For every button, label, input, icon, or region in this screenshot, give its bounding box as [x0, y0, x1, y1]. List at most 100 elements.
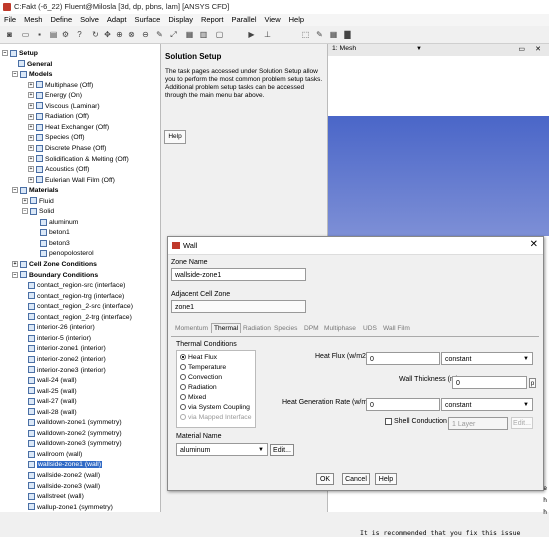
expand-icon[interactable]: +	[28, 155, 34, 162]
tree-boundary-item[interactable]: wallup-zone1 (symmetry)	[28, 503, 113, 512]
tree-boundary-item[interactable]: contact_region_2-src (interface)	[28, 302, 133, 312]
cancel-button[interactable]: Cancel	[342, 473, 370, 485]
tree-boundary-item[interactable]: wallside-zone2 (wall)	[28, 471, 100, 481]
zoom-in-icon[interactable]: ⊕	[114, 29, 125, 40]
tree-boundary-item[interactable]: interior-26 (interior)	[28, 323, 95, 333]
tree-boundary-item[interactable]: contact_region_2-trg (interface)	[28, 313, 132, 323]
close-icon[interactable]: ✕	[530, 239, 538, 250]
expand-icon[interactable]: +	[28, 81, 34, 88]
tab-thermal[interactable]: Thermal	[211, 323, 242, 333]
tree-general[interactable]: General	[18, 60, 52, 70]
axis-icon[interactable]: ⊥	[262, 29, 273, 40]
settings-icon[interactable]: ⚙	[60, 29, 71, 40]
tab-radiation[interactable]: Radiation	[243, 325, 271, 332]
tree-model-item[interactable]: + Heat Exchanger (Off)	[28, 123, 109, 133]
tree-model-item[interactable]: + Multiphase (Off)	[28, 81, 93, 91]
tree-boundary-item[interactable]: wall-28 (wall)	[28, 408, 77, 418]
tree-boundary-item[interactable]: wallstreet (wall)	[28, 492, 84, 502]
menu-report[interactable]: Report	[197, 14, 228, 24]
tree-models[interactable]: − Models	[12, 70, 52, 80]
expand-icon[interactable]: +	[28, 102, 34, 109]
tree-boundary-item[interactable]: contact_region-src (interface)	[28, 281, 125, 291]
open-icon[interactable]: ▭	[20, 29, 31, 40]
annotate-icon[interactable]: ✎	[314, 29, 325, 40]
tree-model-item[interactable]: + Energy (On)	[28, 91, 82, 101]
wall-thickness-unit[interactable]: p	[529, 378, 536, 388]
layers-edit-button[interactable]: Edit...	[511, 417, 533, 429]
radio-mapped-interface[interactable]: via Mapped Interface	[180, 414, 251, 421]
chart-icon[interactable]: ▇	[342, 29, 353, 40]
tree-model-item[interactable]: + Species (Off)	[28, 133, 85, 143]
tree-boundary-item[interactable]: walldown-zone1 (symmetry)	[28, 418, 122, 428]
tree-boundary-conditions[interactable]: − Boundary Conditions	[12, 271, 98, 281]
collapse-icon[interactable]: −	[12, 71, 18, 78]
tree-model-item[interactable]: + Acoustics (Off)	[28, 165, 89, 175]
graphics-viewport[interactable]	[328, 116, 549, 236]
layers-field[interactable]: 1 Layer	[448, 417, 508, 430]
tree-boundary-item[interactable]: wallside-zone1 (wall)	[28, 460, 103, 470]
close-icon[interactable]: ✕	[535, 45, 541, 53]
tree-boundary-item[interactable]: contact_region-trg (interface)	[28, 292, 124, 302]
menu-help[interactable]: Help	[285, 14, 308, 24]
collapse-icon[interactable]: −	[22, 208, 28, 215]
fit-icon[interactable]: ⤢	[168, 29, 179, 40]
select-icon[interactable]: ⬚	[300, 29, 311, 40]
pan-icon[interactable]: ✥	[102, 29, 113, 40]
zone-name-input[interactable]: wallside-zone1	[171, 268, 306, 281]
tab-wall-film[interactable]: Wall Film	[383, 325, 410, 332]
expand-icon[interactable]: +	[28, 113, 34, 120]
radio-mixed[interactable]: Mixed	[180, 394, 206, 401]
expand-icon[interactable]: +	[28, 124, 34, 131]
tree-boundary-item[interactable]: interior-zone2 (interior)	[28, 355, 106, 365]
tree-solid-item[interactable]: penopolosterol	[40, 249, 94, 259]
expand-icon[interactable]: +	[28, 145, 34, 152]
save-icon[interactable]: ▪	[34, 29, 45, 40]
heat-generation-input[interactable]: 0	[366, 398, 440, 411]
tree-solid-item[interactable]: beton3	[40, 239, 70, 249]
radio-convection[interactable]: Convection	[180, 374, 222, 381]
tab-dpm[interactable]: DPM	[304, 325, 319, 332]
window-icon[interactable]: ▢	[214, 29, 225, 40]
camera-icon[interactable]: ◙	[4, 29, 15, 40]
menu-file[interactable]: File	[0, 14, 20, 24]
collapse-icon[interactable]: −	[12, 187, 18, 194]
tree-boundary-item[interactable]: wallroom (wall)	[28, 450, 82, 460]
minimize-icon[interactable]: ▭	[518, 45, 525, 53]
expand-icon[interactable]: +	[28, 134, 34, 141]
menu-parallel[interactable]: Parallel	[227, 14, 260, 24]
tree-setup[interactable]: − Setup	[2, 49, 38, 59]
collapse-icon[interactable]: −	[12, 271, 18, 278]
grid-icon[interactable]: ▦	[328, 29, 339, 40]
tree-boundary-item[interactable]: walldown-zone3 (symmetry)	[28, 439, 122, 449]
expand-icon[interactable]: +	[12, 261, 18, 268]
expand-icon[interactable]: +	[22, 197, 28, 204]
expand-icon[interactable]: +	[28, 92, 34, 99]
help-button[interactable]: Help	[375, 473, 397, 485]
zoom-out-icon[interactable]: ⊖	[140, 29, 151, 40]
menu-adapt[interactable]: Adapt	[103, 14, 131, 24]
tree-model-item[interactable]: + Eulerian Wall Film (Off)	[28, 176, 115, 186]
tree-model-item[interactable]: + Radiation (Off)	[28, 112, 89, 122]
material-edit-button[interactable]: Edit...	[270, 444, 294, 456]
tree-materials[interactable]: − Materials	[12, 186, 58, 196]
tree-solid-item[interactable]: beton1	[40, 228, 70, 238]
tree-fluid[interactable]: + Fluid	[22, 197, 54, 207]
tab-species[interactable]: Species	[274, 325, 297, 332]
menu-view[interactable]: View	[260, 14, 284, 24]
probe-icon[interactable]: ✎	[154, 29, 165, 40]
help-icon[interactable]: ?	[74, 29, 85, 40]
menu-define[interactable]: Define	[46, 14, 76, 24]
mesh-icon[interactable]: ▦	[184, 29, 195, 40]
tree-boundary-item[interactable]: interior-5 (interior)	[28, 334, 91, 344]
tree-solid[interactable]: − Solid	[22, 207, 54, 217]
tree-boundary-item[interactable]: wall-24 (wall)	[28, 376, 77, 386]
heat-flux-input[interactable]: 0	[366, 352, 440, 365]
graphics-tab-label[interactable]: 1: Mesh	[332, 45, 356, 52]
radio-temperature[interactable]: Temperature	[180, 364, 226, 371]
expand-icon[interactable]: +	[28, 166, 34, 173]
radio-system-coupling[interactable]: via System Coupling	[180, 404, 250, 411]
tree-model-item[interactable]: + Solidification & Melting (Off)	[28, 155, 129, 165]
radio-heat-flux[interactable]: Heat Flux	[180, 354, 217, 361]
tree-boundary-item[interactable]: interior-zone1 (interior)	[28, 344, 106, 354]
shell-conduction-checkbox[interactable]	[385, 418, 392, 425]
